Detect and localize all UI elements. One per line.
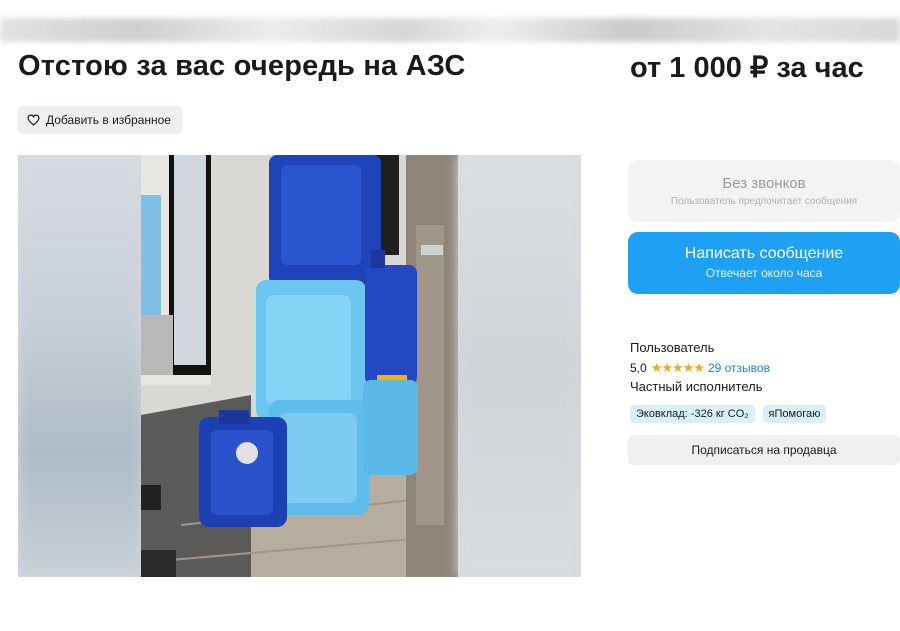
write-message-title: Написать сообщение	[684, 245, 844, 262]
heart-icon	[27, 114, 40, 126]
rating-stars-icon: ★★★★★	[650, 360, 705, 375]
write-message-subtitle: Отвечает около часа	[705, 266, 823, 280]
listing-title: Отстою за вас очередь на АЗС	[18, 50, 466, 82]
no-calls-title: Без звонков	[722, 175, 806, 192]
seller-badges: Эковклад: -326 кг CO₂ яПомогаю	[630, 405, 827, 423]
subscribe-seller-button[interactable]: Подписаться на продавца	[628, 435, 900, 465]
seller-rating: 5,0 ★★★★★ 29 отзывов	[630, 360, 770, 376]
seller-type: Частный исполнитель	[630, 379, 763, 394]
favorites-label: Добавить в избранное	[46, 113, 171, 127]
reviews-link[interactable]: 29 отзывов	[708, 361, 770, 375]
no-calls-button[interactable]: Без звонков Пользователь предпочитает со…	[628, 160, 900, 222]
listing-price: от 1 000 ₽ за час	[630, 52, 864, 84]
help-badge[interactable]: яПомогаю	[762, 405, 827, 423]
seller-name[interactable]: Пользователь	[630, 340, 714, 355]
rating-value: 5,0	[630, 361, 647, 375]
write-message-button[interactable]: Написать сообщение Отвечает около часа	[628, 232, 900, 294]
blurred-thumbnail-right	[458, 155, 581, 577]
blurred-thumbnail-left	[18, 155, 143, 577]
blurred-top-bar	[0, 18, 900, 42]
eco-badge[interactable]: Эковклад: -326 кг CO₂	[630, 405, 755, 423]
no-calls-subtitle: Пользователь предпочитает сообщения	[670, 196, 858, 207]
listing-photo[interactable]	[141, 155, 458, 577]
photo-gallery[interactable]	[18, 155, 581, 577]
add-to-favorites-button[interactable]: Добавить в избранное	[17, 106, 183, 134]
